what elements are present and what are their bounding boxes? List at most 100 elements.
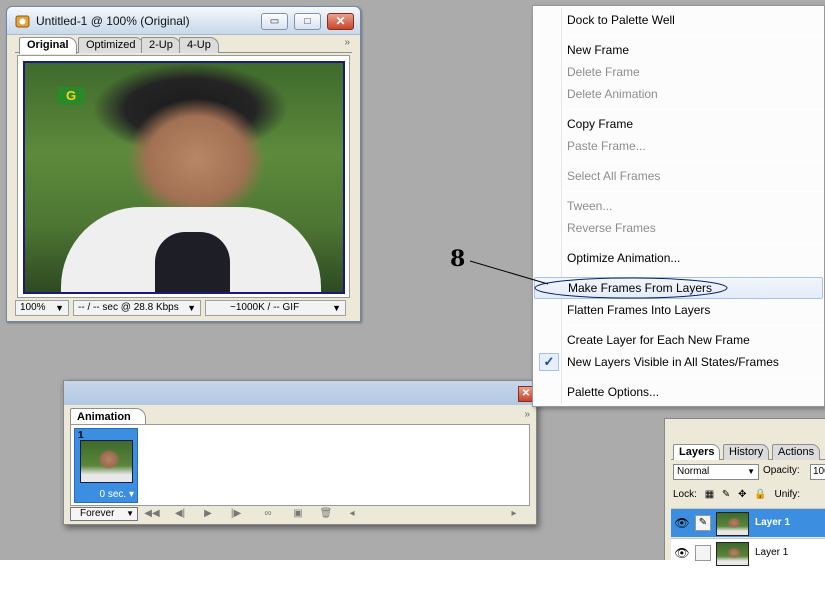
layers-palette: Layers History Actions Normal ▼ Opacity:…: [664, 418, 825, 567]
animation-palette-menu: Dock to Palette Well New Frame Delete Fr…: [532, 5, 825, 407]
first-frame-button[interactable]: ◀◀: [142, 507, 162, 521]
file-size-select[interactable]: ~1000K / -- GIF ▼: [205, 300, 346, 316]
menu-item-select-all-frames[interactable]: Select All Frames: [534, 165, 823, 187]
lock-label: Lock:: [673, 489, 697, 500]
tab-4-up[interactable]: 4-Up: [179, 37, 219, 53]
layer-row[interactable]: 👁 ✎ Layer 1: [671, 508, 825, 537]
frame-thumbnail: [80, 440, 133, 483]
download-time-select[interactable]: -- / -- sec @ 28.8 Kbps ▼: [73, 300, 201, 316]
palette-menu-icon[interactable]: »: [524, 409, 530, 420]
chevron-down-icon: ▼: [747, 467, 755, 476]
play-button[interactable]: ▶: [198, 507, 218, 521]
menu-separator: [563, 191, 823, 192]
menu-item-delete-animation[interactable]: Delete Animation: [534, 83, 823, 105]
image-status-bar: 100% ▼ -- / -- sec @ 28.8 Kbps ▼ ~1000K …: [15, 300, 352, 316]
scroll-left-button[interactable]: ◂: [342, 507, 362, 521]
app-icon: [15, 15, 30, 28]
restore-button[interactable]: □: [294, 13, 321, 30]
tab-optimized[interactable]: Optimized: [78, 37, 144, 53]
minimize-button[interactable]: ▭: [261, 13, 288, 30]
scroll-right-button[interactable]: ▸: [504, 507, 524, 521]
delete-frame-button[interactable]: 🗑: [316, 507, 336, 521]
duplicate-frame-button[interactable]: ▣: [288, 507, 308, 521]
tab-original[interactable]: Original: [19, 37, 77, 54]
lock-image-icon[interactable]: ✎: [722, 489, 730, 500]
eye-icon[interactable]: 👁: [673, 515, 691, 531]
animation-palette: ✕ Animation » 1 0 sec. ▾ Forever ▼ ◀◀ ◀|…: [63, 380, 537, 525]
animation-frame[interactable]: 1 0 sec. ▾: [74, 428, 138, 503]
eye-icon[interactable]: 👁: [673, 545, 691, 561]
menu-separator: [563, 377, 823, 378]
tab-history[interactable]: History: [723, 444, 770, 460]
frames-strip: 1 0 sec. ▾: [70, 424, 530, 506]
tab-2-up[interactable]: 2-Up: [141, 37, 181, 53]
menu-item-new-frame[interactable]: New Frame: [534, 39, 823, 61]
check-icon: ✓: [539, 353, 559, 371]
layers-tabs: Layers History Actions: [671, 444, 825, 460]
menu-item-palette-options[interactable]: Palette Options...: [534, 381, 823, 403]
chevron-down-icon: ▾: [128, 489, 134, 500]
lock-position-icon[interactable]: ✥: [738, 489, 746, 500]
photo-image: G: [23, 61, 345, 294]
menu-item-paste-frame[interactable]: Paste Frame...: [534, 135, 823, 157]
file-size-value: ~1000K / -- GIF: [230, 302, 300, 313]
close-button[interactable]: ✕: [327, 13, 354, 30]
canvas-area[interactable]: G: [17, 55, 350, 298]
layer-row[interactable]: 👁 Layer 1: [671, 538, 825, 567]
animation-controls: Forever ▼ ◀◀ ◀| ▶ |▶ ∞ ▣ 🗑 ◂ ▸: [70, 507, 530, 522]
step-number-label: 8: [450, 246, 466, 272]
blend-mode-value: Normal: [677, 466, 710, 477]
menu-separator: [563, 325, 823, 326]
tab-actions[interactable]: Actions: [772, 444, 821, 460]
frame-delay-select[interactable]: 0 sec. ▾: [100, 489, 135, 500]
lock-row: Lock: ▦ ✎ ✥ 🔒 Unify:: [673, 489, 805, 500]
menu-item-delete-frame[interactable]: Delete Frame: [534, 61, 823, 83]
channel-logo: G: [57, 87, 85, 105]
layer-thumbnail: [716, 542, 749, 566]
menu-item-optimize-animation[interactable]: Optimize Animation...: [534, 247, 823, 269]
photo-shirt-shape: [155, 232, 230, 292]
tween-button[interactable]: ∞: [258, 507, 278, 521]
menu-item-make-frames-from-layers[interactable]: Make Frames From Layers: [534, 277, 823, 299]
menu-item-label: New Layers Visible in All States/Frames: [567, 355, 779, 369]
blend-mode-select[interactable]: Normal ▼: [673, 464, 759, 480]
opacity-label: Opacity:: [763, 465, 800, 476]
menu-item-tween[interactable]: Tween...: [534, 195, 823, 217]
loop-value: Forever: [80, 508, 115, 519]
menu-item-copy-frame[interactable]: Copy Frame: [534, 113, 823, 135]
zoom-select[interactable]: 100% ▼: [15, 300, 69, 316]
loop-select[interactable]: Forever ▼: [70, 507, 138, 521]
animation-palette-titlebar[interactable]: ✕: [64, 381, 536, 405]
menu-separator: [563, 109, 823, 110]
menu-item-new-layers-visible[interactable]: ✓ New Layers Visible in All States/Frame…: [534, 351, 823, 373]
layer-link-box[interactable]: [695, 545, 711, 561]
tab-animation[interactable]: Animation: [70, 408, 146, 424]
previous-frame-button[interactable]: ◀|: [170, 507, 190, 521]
layer-thumbnail: [716, 512, 749, 536]
menu-separator: [563, 161, 823, 162]
menu-separator: [563, 243, 823, 244]
menu-item-dock-to-palette-well[interactable]: Dock to Palette Well: [534, 9, 823, 31]
chevron-down-icon: ▼: [187, 303, 196, 313]
brush-icon[interactable]: ✎: [695, 515, 711, 531]
chevron-down-icon: ▼: [332, 303, 341, 313]
menu-item-reverse-frames[interactable]: Reverse Frames: [534, 217, 823, 239]
layer-name: Layer 1: [755, 517, 791, 528]
image-window-titlebar[interactable]: Untitled-1 @ 100% (Original) ▭ □ ✕: [7, 7, 360, 35]
view-tabs: Original Optimized 2-Up 4-Up »: [15, 37, 352, 54]
download-time-value: -- / -- sec @ 28.8 Kbps: [78, 302, 179, 313]
chevron-down-icon: ▼: [55, 303, 64, 313]
lock-transparency-icon[interactable]: ▦: [705, 489, 714, 500]
opacity-input[interactable]: 100: [810, 464, 825, 480]
chevron-down-icon: ▼: [126, 509, 134, 518]
image-window: Untitled-1 @ 100% (Original) ▭ □ ✕ Origi…: [6, 6, 361, 322]
tabs-more-icon[interactable]: »: [344, 37, 350, 48]
menu-item-flatten-frames-into-layers[interactable]: Flatten Frames Into Layers: [534, 299, 823, 321]
lock-all-icon[interactable]: 🔒: [754, 489, 766, 500]
tab-layers[interactable]: Layers: [673, 444, 721, 460]
next-frame-button[interactable]: |▶: [226, 507, 246, 521]
zoom-value: 100%: [20, 302, 46, 313]
menu-separator: [563, 273, 823, 274]
menu-item-create-layer-for-each-new-frame[interactable]: Create Layer for Each New Frame: [534, 329, 823, 351]
menu-separator: [563, 36, 823, 37]
